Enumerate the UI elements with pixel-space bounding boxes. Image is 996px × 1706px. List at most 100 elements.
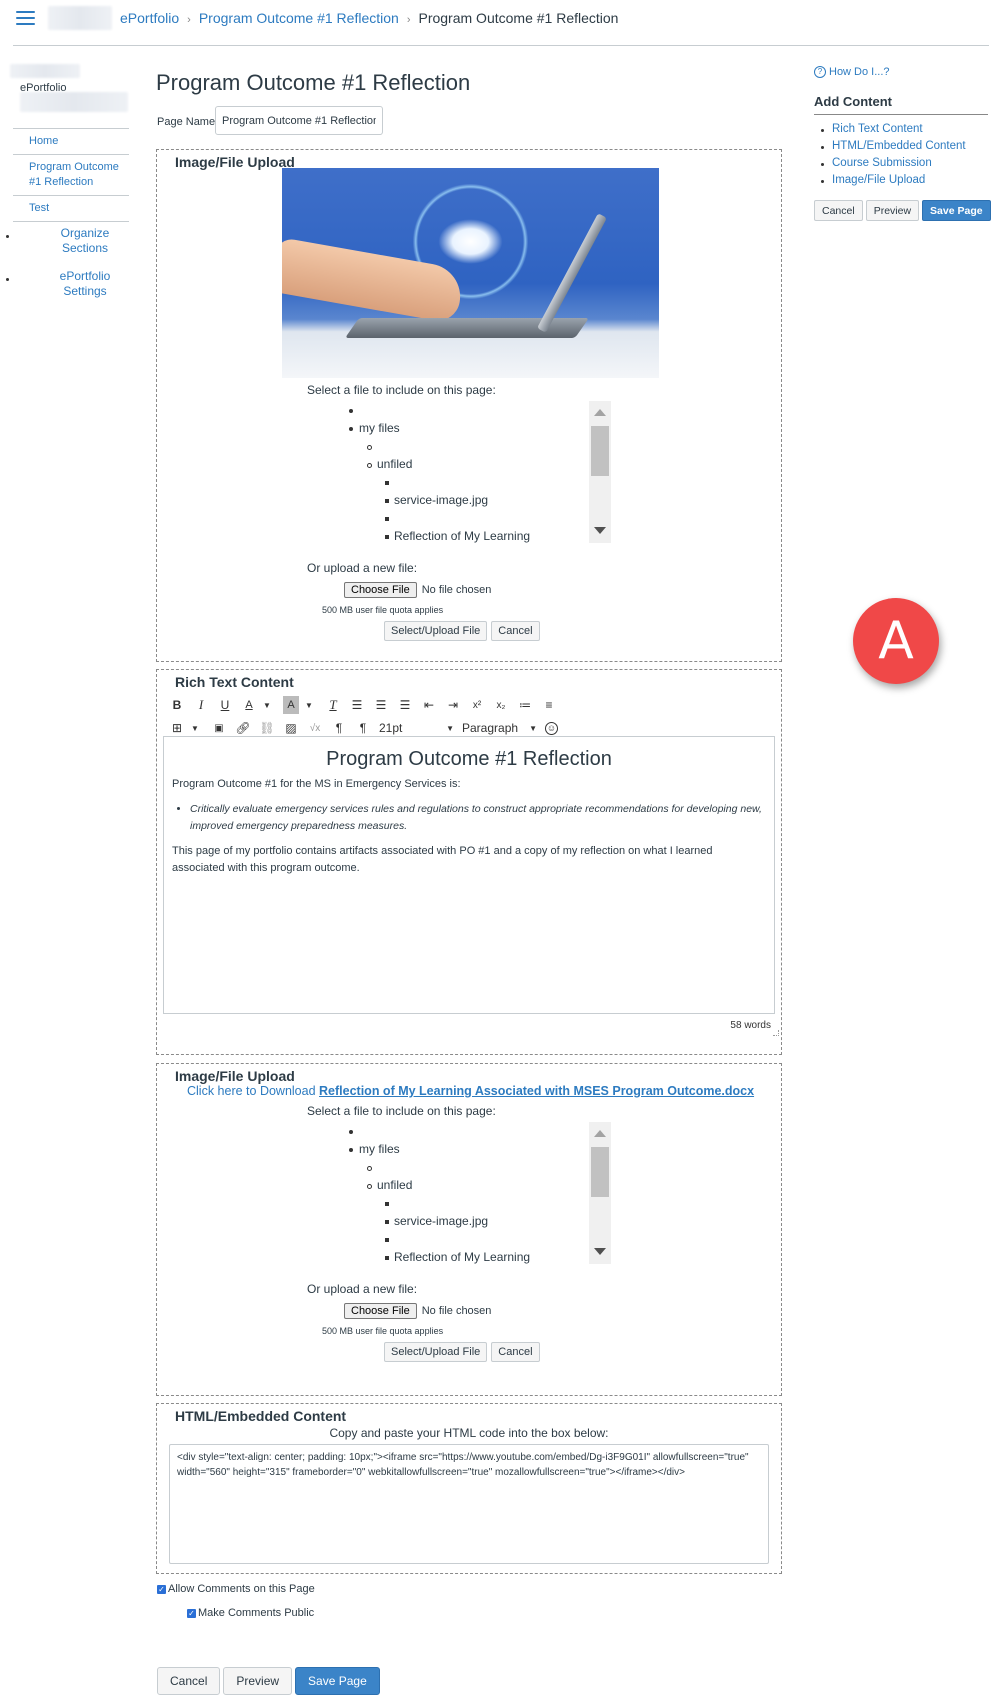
rich-text-editor[interactable]: Program Outcome #1 Reflection Program Ou… [163,736,775,1014]
sidebar-item-test[interactable]: Test [13,196,129,221]
scroll-down-icon[interactable] [594,527,606,534]
align-right-icon[interactable]: ☰ [397,696,413,714]
tree-item[interactable] [307,1158,607,1176]
italic-icon[interactable]: I [193,696,209,714]
scroll-thumb[interactable] [591,1147,609,1197]
tree-item[interactable] [307,1230,607,1248]
tree-item[interactable] [307,1194,607,1212]
side-cancel-button[interactable]: Cancel [814,200,863,221]
add-course-submission-link[interactable]: Course Submission [814,155,966,172]
how-do-i-link[interactable]: ? How Do I...? [814,66,890,78]
tree-item-my-files[interactable]: my files [307,419,607,437]
scroll-down-icon[interactable] [594,1248,606,1255]
html-embed-section: HTML/Embedded Content Copy and paste you… [156,1403,782,1574]
chevron-down-icon[interactable]: ▼ [259,696,275,714]
numbered-list-icon[interactable]: ≡ [541,696,557,714]
bold-icon[interactable]: B [169,696,185,714]
media-icon[interactable]: ▣ [211,719,227,737]
tree-item[interactable] [307,401,607,419]
chevron-down-icon[interactable]: ▼ [301,696,317,714]
side-preview-button[interactable]: Preview [865,200,920,221]
clear-formatting-icon[interactable]: T [325,696,341,714]
chevron-down-icon[interactable]: ▼ [187,719,203,737]
scroll-up-icon[interactable] [594,409,606,416]
link-icon[interactable]: 🔗︎ [235,719,251,737]
laptop-base-shape [344,318,590,338]
side-actions: Cancel Preview Save Page [814,200,991,221]
bottom-actions: Cancel Preview Save Page [157,1667,380,1695]
save-page-button[interactable]: Save Page [295,1667,380,1695]
tree-item-service-image[interactable]: service-image.jpg [307,1212,607,1230]
underline-icon[interactable]: U [217,696,233,714]
tree-item[interactable] [307,1122,607,1140]
subscript-icon[interactable]: x₂ [493,696,509,714]
align-left-icon[interactable]: ☰ [349,696,365,714]
tree-item[interactable] [307,473,607,491]
tree-item[interactable] [307,437,607,455]
rich-text-section: Rich Text Content B I U A ▼ A ▼ T ☰ ☰ ☰ ⇤ … [156,669,782,1055]
breadcrumb-section[interactable]: Program Outcome #1 Reflection [199,10,399,26]
allow-comments-checkbox[interactable]: ✓ Allow Comments on this Page [157,1583,315,1595]
sidebar-links: Organize Sections ePortfolio Settings [0,226,150,312]
superscript-icon[interactable]: x² [469,696,485,714]
font-color-icon[interactable]: A [241,696,257,714]
upload-cancel-button[interactable]: Cancel [491,621,540,641]
file-tree-scrollbar[interactable] [589,401,611,543]
indent-icon[interactable]: ⇥ [445,696,461,714]
resize-handle-icon[interactable] [773,1030,779,1036]
editor-toolbar-row-2: ⊞ ▼ ▣ 🔗︎ ⛓ ▨ √x ¶ ¶ 21pt ▼ Paragraph ▼ ☺ [169,718,566,738]
tree-item-my-files[interactable]: my files [307,1140,607,1158]
eportfolio-settings-link[interactable]: ePortfolio Settings [0,269,150,299]
checkbox-checked-icon[interactable]: ✓ [187,1608,196,1618]
format-select[interactable]: Paragraph ▼ [462,719,537,737]
tree-item-reflection-doc[interactable]: Reflection of My Learning [307,527,607,543]
side-save-page-button[interactable]: Save Page [922,200,991,221]
rtl-icon[interactable]: ¶ [355,719,371,737]
html-hint: Copy and paste your HTML code into the b… [329,1426,609,1440]
background-color-icon[interactable]: A [283,696,299,714]
select-upload-file-button[interactable]: Select/Upload File [384,1342,488,1362]
choose-file-button[interactable]: Choose File [344,1303,417,1319]
checkbox-checked-icon[interactable]: ✓ [157,1584,166,1594]
ltr-icon[interactable]: ¶ [331,719,347,737]
equation-icon[interactable]: √x [307,719,323,737]
page-name-input[interactable] [215,106,383,135]
tree-item-unfiled[interactable]: unfiled [307,455,607,473]
select-upload-file-button[interactable]: Select/Upload File [384,621,488,641]
add-image-upload-link[interactable]: Image/File Upload [814,172,966,189]
breadcrumb-eportfolio[interactable]: ePortfolio [120,10,179,26]
preview-button[interactable]: Preview [223,1667,293,1695]
scroll-up-icon[interactable] [594,1130,606,1137]
public-comments-label: Make Comments Public [198,1607,315,1619]
font-size-select[interactable]: 21pt ▼ [379,719,454,737]
sidebar-item-program-outcome[interactable]: Program Outcome #1 Reflection [13,155,129,195]
tree-item-unfiled[interactable]: unfiled [307,1176,607,1194]
file-tree-scrollbar[interactable] [589,1122,611,1264]
add-html-embed-link[interactable]: HTML/Embedded Content [814,138,966,155]
hamburger-menu-icon[interactable] [16,11,35,25]
file-input: Choose File No file chosen [344,1303,491,1319]
unlink-icon[interactable]: ⛓ [259,719,275,737]
tree-item[interactable] [307,509,607,527]
upload-cancel-button[interactable]: Cancel [491,1342,540,1362]
outdent-icon[interactable]: ⇤ [421,696,437,714]
add-content-title: Add Content [814,94,892,109]
tree-item-service-image[interactable]: service-image.jpg [307,491,607,509]
choose-file-button[interactable]: Choose File [344,582,417,598]
accessibility-icon[interactable]: ☺ [545,721,558,735]
add-rich-text-link[interactable]: Rich Text Content [814,121,966,138]
align-center-icon[interactable]: ☰ [373,696,389,714]
public-comments-checkbox[interactable]: ✓ Make Comments Public [187,1607,314,1619]
html-code-textarea[interactable]: <div style="text-align: center; padding:… [169,1444,769,1564]
table-icon[interactable]: ⊞ [169,719,185,737]
organize-sections-link[interactable]: Organize Sections [0,226,150,256]
image-icon[interactable]: ▨ [283,719,299,737]
tree-item-reflection-doc[interactable]: Reflection of My Learning [307,1248,607,1264]
bullet-list-icon[interactable]: ≔ [517,696,533,714]
redacted-course-name [48,6,112,30]
sidebar-item-home[interactable]: Home [13,129,129,154]
download-link[interactable]: Reflection of My Learning Associated wit… [319,1084,754,1098]
how-do-i-label: How Do I...? [829,66,890,78]
scroll-thumb[interactable] [591,426,609,476]
cancel-button[interactable]: Cancel [157,1667,221,1695]
